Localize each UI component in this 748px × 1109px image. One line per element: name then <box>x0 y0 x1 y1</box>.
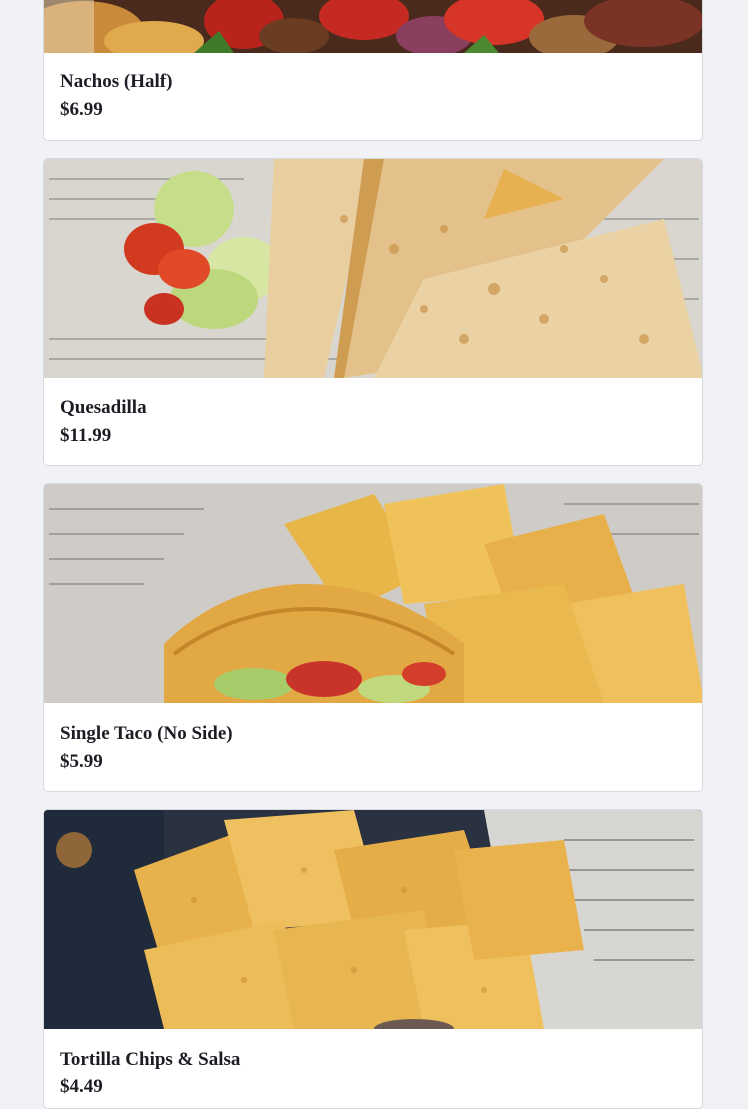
menu-item-price: $4.49 <box>60 1076 103 1097</box>
quesadilla-image <box>44 159 702 378</box>
menu-item-name: Quesadilla <box>60 397 147 418</box>
menu-item-card[interactable]: Tortilla Chips & Salsa $4.49 <box>43 809 703 1109</box>
menu-item-price: $5.99 <box>60 751 103 772</box>
menu-item-name: Tortilla Chips & Salsa <box>60 1049 241 1070</box>
menu-item-card[interactable]: Nachos (Half) $6.99 <box>43 0 703 141</box>
chips-salsa-image <box>44 810 702 1029</box>
menu-item-price: $11.99 <box>60 425 112 446</box>
menu-item-name: Nachos (Half) <box>60 71 173 92</box>
menu-item-card[interactable]: Single Taco (No Side) $5.99 <box>43 483 703 792</box>
taco-image <box>44 484 702 703</box>
menu-item-price: $6.99 <box>60 99 103 120</box>
menu-item-name: Single Taco (No Side) <box>60 723 233 744</box>
nachos-image <box>44 0 702 53</box>
menu-item-card[interactable]: Quesadilla $11.99 <box>43 158 703 466</box>
